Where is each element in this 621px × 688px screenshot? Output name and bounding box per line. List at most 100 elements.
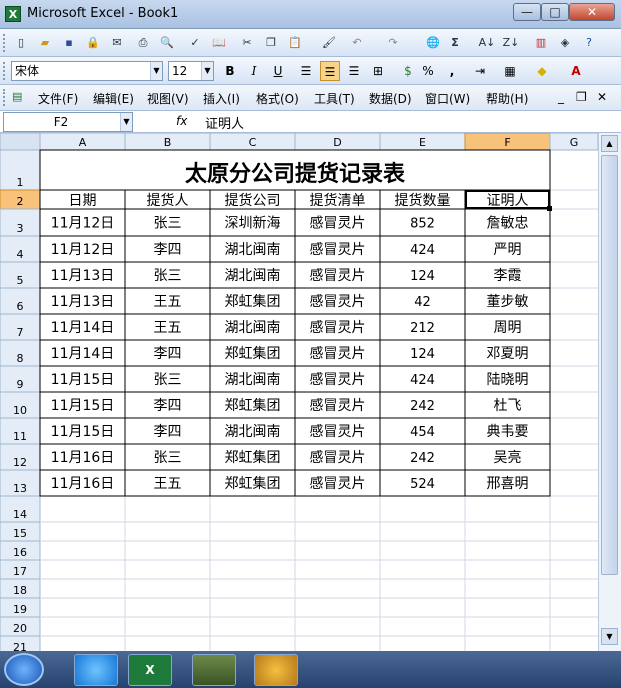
- table-cell[interactable]: 感冒灵片: [310, 215, 366, 232]
- close-button[interactable]: ✕: [569, 3, 615, 21]
- menu-view[interactable]: 视图(V): [147, 90, 189, 107]
- underline-button[interactable]: U: [268, 61, 288, 81]
- new-file-icon[interactable]: ▯: [12, 34, 30, 52]
- fill-handle[interactable]: [547, 206, 552, 211]
- column-header-d[interactable]: D: [333, 136, 341, 149]
- format-painter-icon[interactable]: 🖌: [320, 34, 338, 52]
- table-cell[interactable]: 杜飞: [494, 398, 522, 414]
- row-header-14[interactable]: 14: [13, 508, 27, 521]
- table-cell[interactable]: 感冒灵片: [310, 475, 366, 492]
- scroll-up-icon[interactable]: ▲: [601, 135, 618, 152]
- table-cell[interactable]: 湖北闽南: [225, 242, 281, 258]
- currency-icon[interactable]: $: [398, 61, 418, 81]
- column-header-a[interactable]: A: [79, 136, 87, 149]
- indent-icon[interactable]: ⇥: [470, 61, 490, 81]
- table-cell[interactable]: 感冒灵片: [310, 241, 366, 258]
- table-cell[interactable]: 524: [410, 477, 435, 492]
- hyperlink-icon[interactable]: 🌐: [424, 34, 442, 52]
- row-header-9[interactable]: 9: [17, 378, 24, 391]
- table-cell[interactable]: 张三: [154, 216, 182, 232]
- permission-icon[interactable]: 🔒: [84, 34, 102, 52]
- select-all-corner[interactable]: [0, 133, 41, 151]
- chart-wizard-icon[interactable]: ▥: [532, 34, 550, 52]
- table-cell[interactable]: 42: [414, 295, 431, 310]
- table-cell[interactable]: 典韦要: [487, 424, 529, 440]
- chevron-down-icon[interactable]: ▼: [201, 62, 213, 80]
- table-cell[interactable]: 湖北闽南: [225, 268, 281, 284]
- doc-restore-icon[interactable]: ❐: [576, 90, 587, 104]
- table-cell[interactable]: 124: [410, 347, 435, 362]
- column-header-f[interactable]: F: [504, 136, 510, 149]
- doc-close-icon[interactable]: ✕: [597, 90, 607, 104]
- table-cell[interactable]: 感冒灵片: [310, 267, 366, 284]
- row-header-12[interactable]: 12: [13, 456, 27, 469]
- table-cell[interactable]: 李四: [154, 424, 182, 440]
- drawing-icon[interactable]: ◈: [556, 34, 574, 52]
- table-cell[interactable]: 感冒灵片: [310, 449, 366, 466]
- save-icon[interactable]: ▪: [60, 34, 78, 52]
- table-cell[interactable]: 吴亮: [494, 449, 522, 466]
- copy-icon[interactable]: ❐: [262, 34, 280, 52]
- redo-icon[interactable]: ↷: [384, 34, 402, 52]
- table-cell[interactable]: 11月15日: [51, 398, 115, 414]
- table-cell[interactable]: 张三: [154, 372, 182, 388]
- table-cell[interactable]: 11月15日: [51, 424, 115, 440]
- table-cell[interactable]: 11月14日: [51, 346, 115, 362]
- toolbar-grip[interactable]: [3, 62, 7, 80]
- table-cell[interactable]: 11月12日: [51, 216, 115, 232]
- table-cell[interactable]: 湖北闽南: [225, 320, 281, 336]
- undo-icon[interactable]: ↶: [348, 34, 366, 52]
- italic-button[interactable]: I: [244, 61, 264, 81]
- table-cell[interactable]: 王五: [154, 320, 182, 336]
- table-cell[interactable]: 852: [410, 217, 435, 232]
- percent-icon[interactable]: %: [418, 61, 438, 81]
- row-header-21[interactable]: 21: [13, 641, 27, 651]
- row-header-20[interactable]: 20: [13, 622, 27, 635]
- row-header-2[interactable]: 2: [17, 195, 24, 208]
- menu-edit[interactable]: 编辑(E): [93, 90, 134, 107]
- table-cell[interactable]: 感冒灵片: [310, 345, 366, 362]
- toolbar-grip[interactable]: [3, 34, 7, 52]
- bold-button[interactable]: B: [220, 61, 240, 81]
- table-cell[interactable]: 感冒灵片: [310, 293, 366, 310]
- merge-center-icon[interactable]: ⊞: [368, 61, 388, 81]
- borders-icon[interactable]: ▦: [500, 61, 520, 81]
- formula-input[interactable]: 证明人: [205, 113, 244, 132]
- row-header-11[interactable]: 11: [13, 430, 27, 443]
- table-cell[interactable]: 湖北闽南: [225, 372, 281, 388]
- table-header-cell[interactable]: 证明人: [487, 193, 529, 209]
- table-header-cell[interactable]: 提货清单: [310, 192, 366, 209]
- table-cell[interactable]: 湖北闽南: [225, 424, 281, 440]
- table-cell[interactable]: 李霞: [494, 268, 522, 284]
- menu-data[interactable]: 数据(D): [369, 90, 412, 107]
- row-header-17[interactable]: 17: [13, 565, 27, 578]
- spelling-icon[interactable]: ✓: [186, 34, 204, 52]
- scroll-thumb[interactable]: [601, 155, 618, 575]
- table-cell[interactable]: 感冒灵片: [310, 397, 366, 414]
- table-cell[interactable]: 郑虹集团: [225, 293, 281, 310]
- menu-file[interactable]: 文件(F): [38, 90, 78, 107]
- align-right-icon[interactable]: ☰: [344, 61, 364, 81]
- row-header-19[interactable]: 19: [13, 603, 27, 616]
- table-header-cell[interactable]: 提货人: [147, 192, 189, 209]
- vertical-scrollbar[interactable]: ▲ ▼: [598, 133, 621, 651]
- table-cell[interactable]: 邓夏明: [487, 346, 529, 362]
- table-cell[interactable]: 周明: [494, 320, 522, 336]
- print-icon[interactable]: ⎙: [134, 34, 152, 52]
- table-cell[interactable]: 张三: [154, 450, 182, 466]
- menu-window[interactable]: 窗口(W): [425, 90, 470, 107]
- cut-icon[interactable]: ✂: [238, 34, 256, 52]
- print-preview-icon[interactable]: 🔍: [158, 34, 176, 52]
- table-cell[interactable]: 11月14日: [51, 320, 115, 336]
- excel-app-icon[interactable]: X: [5, 6, 21, 22]
- table-cell[interactable]: 11月16日: [51, 450, 115, 466]
- qq-pet-icon[interactable]: [254, 654, 298, 686]
- table-cell[interactable]: 董步敏: [487, 294, 529, 310]
- table-cell[interactable]: 郑虹集团: [225, 475, 281, 492]
- row-header-10[interactable]: 10: [13, 404, 27, 417]
- table-cell[interactable]: 王五: [154, 294, 182, 310]
- menu-insert[interactable]: 插入(I): [203, 90, 240, 107]
- sogou-app-icon[interactable]: [74, 654, 118, 686]
- help-icon[interactable]: ?: [580, 34, 598, 52]
- table-cell[interactable]: 11月13日: [51, 268, 115, 284]
